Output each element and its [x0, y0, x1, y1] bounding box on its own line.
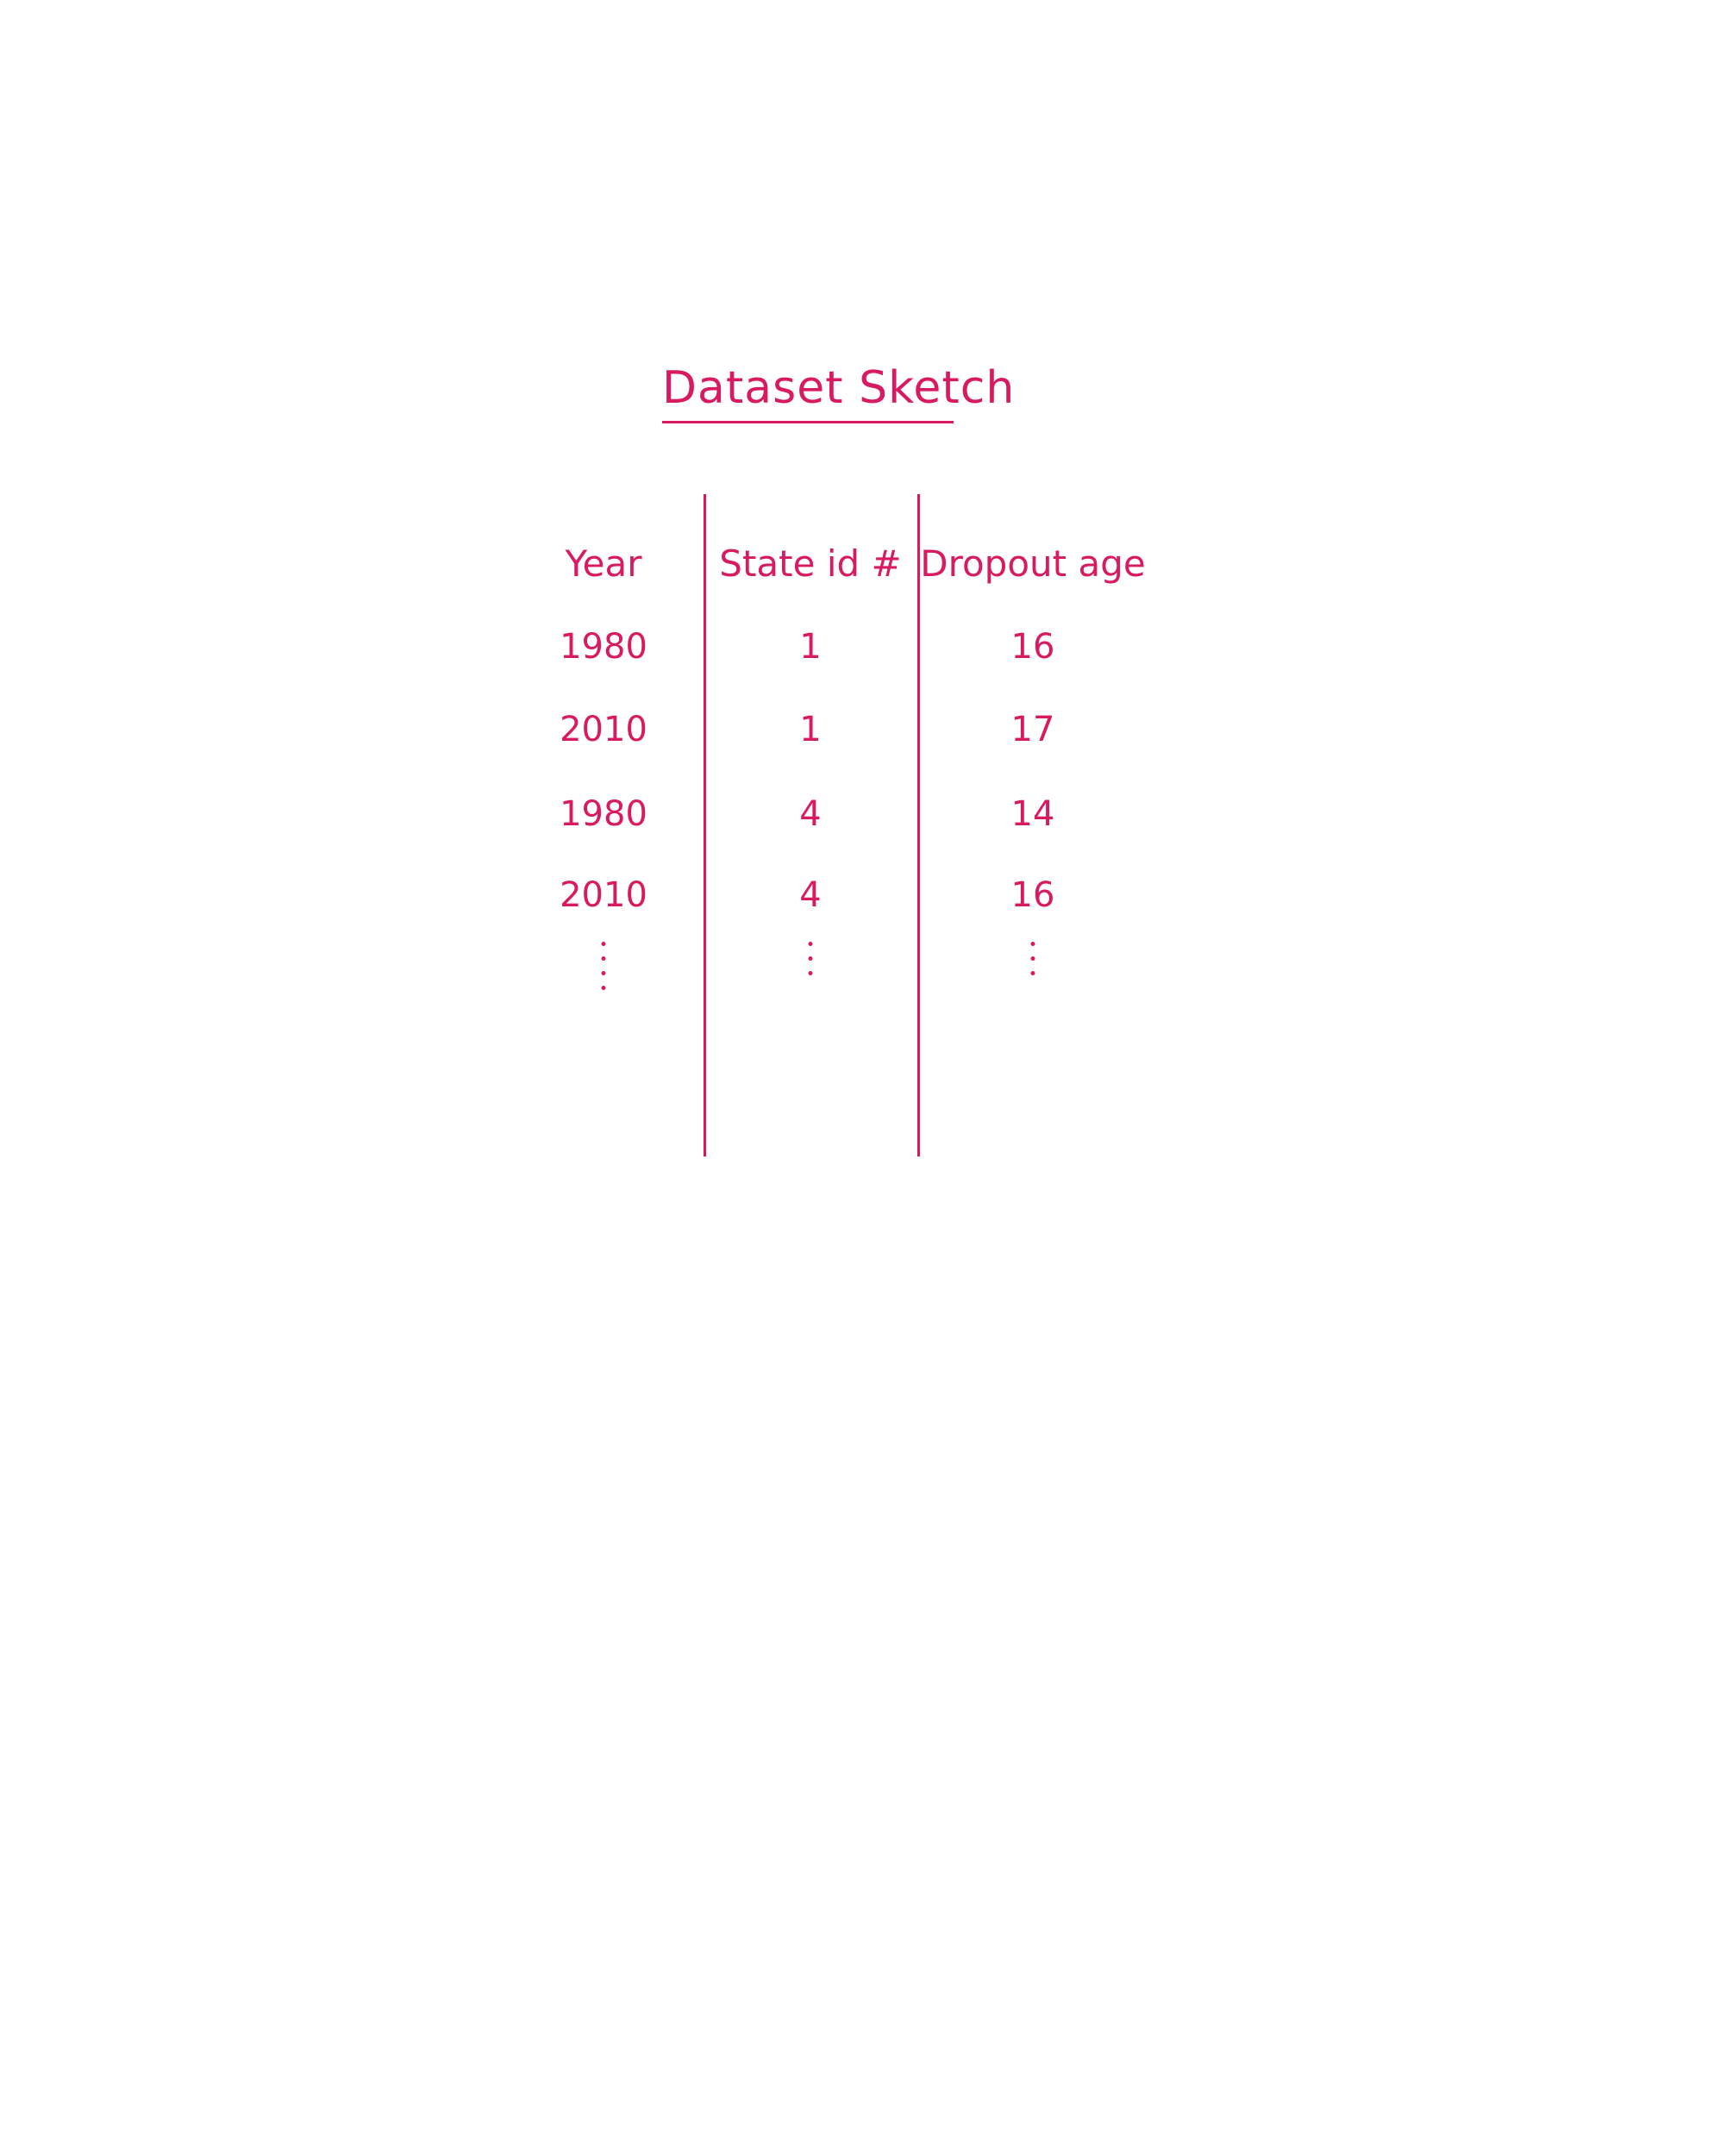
column-header-year: Year	[565, 542, 642, 585]
title-underline	[662, 421, 954, 423]
table-cell: 1980	[560, 794, 647, 834]
table-cell: 1980	[560, 627, 647, 667]
column-header-dropout-age: Dropout age	[920, 542, 1146, 585]
continuation-dots-state-id	[808, 942, 813, 975]
column-divider-2	[917, 494, 920, 1156]
page-title: Dataset Sketch	[662, 362, 1016, 414]
table-cell: 4	[799, 794, 822, 834]
continuation-dots-dropout-age	[1030, 942, 1035, 975]
table-cell: 2010	[560, 875, 647, 915]
continuation-dots-year	[601, 942, 606, 990]
table-cell: 1	[799, 710, 822, 749]
table-cell: 2010	[560, 710, 647, 749]
table-cell: 4	[799, 875, 822, 915]
column-divider-1	[704, 494, 706, 1156]
sketch-sheet: Dataset Sketch Year State id # Dropout a…	[0, 0, 1720, 2156]
column-header-state-id: State id #	[719, 542, 902, 585]
table-cell: 1	[799, 627, 822, 667]
table-cell: 17	[1010, 710, 1055, 749]
table-cell: 14	[1010, 794, 1055, 834]
table-cell: 16	[1010, 875, 1055, 915]
table-cell: 16	[1010, 627, 1055, 667]
